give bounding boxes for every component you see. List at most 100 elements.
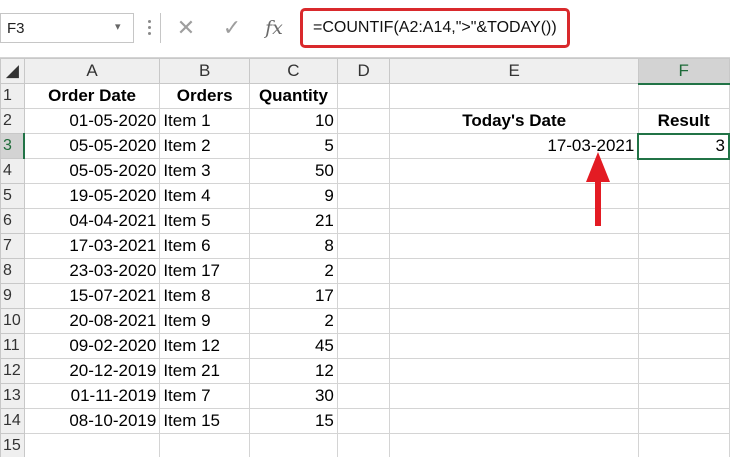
- row-header[interactable]: 8: [0, 258, 25, 284]
- cell[interactable]: [336, 208, 391, 234]
- name-box[interactable]: F3 ▾: [0, 13, 134, 43]
- row-header[interactable]: 2: [0, 108, 25, 134]
- cell[interactable]: [389, 258, 639, 284]
- cell[interactable]: [336, 333, 391, 359]
- cell[interactable]: 19-05-2020: [23, 183, 161, 209]
- cell[interactable]: [336, 258, 391, 284]
- cell[interactable]: [637, 83, 730, 109]
- cell[interactable]: [637, 233, 730, 259]
- cell[interactable]: 20-08-2021: [23, 308, 161, 334]
- column-header-d[interactable]: D: [336, 58, 391, 84]
- cell[interactable]: [336, 283, 391, 309]
- cell[interactable]: [336, 83, 391, 109]
- row-header[interactable]: 6: [0, 208, 25, 234]
- drag-handle-icon[interactable]: [148, 20, 152, 36]
- chevron-down-icon[interactable]: ▾: [115, 20, 121, 33]
- cell[interactable]: [637, 308, 730, 334]
- cell[interactable]: Item 2: [159, 133, 250, 159]
- row-header[interactable]: 14: [0, 408, 25, 434]
- cell[interactable]: Item 5: [159, 208, 250, 234]
- cell[interactable]: [389, 408, 639, 434]
- cell[interactable]: 8: [249, 233, 338, 259]
- cell[interactable]: [389, 383, 639, 409]
- cell[interactable]: Item 4: [159, 183, 250, 209]
- cell[interactable]: [336, 383, 391, 409]
- cell[interactable]: 17: [249, 283, 338, 309]
- cell[interactable]: [637, 283, 730, 309]
- cell[interactable]: [389, 358, 639, 384]
- cell[interactable]: 21: [249, 208, 338, 234]
- cell[interactable]: Item 21: [159, 358, 250, 384]
- row-header[interactable]: 15: [0, 433, 25, 457]
- close-icon[interactable]: ✕: [171, 15, 201, 41]
- cell[interactable]: [389, 308, 639, 334]
- row-header[interactable]: 12: [0, 358, 25, 384]
- cell[interactable]: Orders: [159, 83, 250, 109]
- cell[interactable]: 15-07-2021: [23, 283, 161, 309]
- column-header-e[interactable]: E: [389, 58, 639, 84]
- cell[interactable]: Today's Date: [389, 108, 639, 134]
- row-header[interactable]: 11: [0, 333, 25, 359]
- cell[interactable]: Item 9: [159, 308, 250, 334]
- cell[interactable]: Item 6: [159, 233, 250, 259]
- cell[interactable]: 20-12-2019: [23, 358, 161, 384]
- column-header-b[interactable]: B: [159, 58, 250, 84]
- cell[interactable]: [389, 333, 639, 359]
- cell[interactable]: 01-05-2020: [23, 108, 161, 134]
- cell[interactable]: 05-05-2020: [23, 158, 161, 184]
- cell[interactable]: 30: [249, 383, 338, 409]
- cell[interactable]: [336, 308, 391, 334]
- cell[interactable]: [637, 208, 730, 234]
- cell[interactable]: 9: [249, 183, 338, 209]
- result-cell[interactable]: 3: [637, 132, 730, 160]
- column-header-f[interactable]: F: [637, 58, 730, 85]
- cell[interactable]: [23, 433, 161, 457]
- select-all-corner[interactable]: ◢: [0, 58, 25, 84]
- cell[interactable]: [336, 133, 391, 159]
- fx-icon[interactable]: fx: [259, 15, 289, 41]
- cell[interactable]: 08-10-2019: [23, 408, 161, 434]
- cell[interactable]: [159, 433, 250, 457]
- cell[interactable]: [249, 433, 338, 457]
- cell[interactable]: [336, 408, 391, 434]
- cell[interactable]: [336, 358, 391, 384]
- cell[interactable]: Order Date: [23, 83, 161, 109]
- row-header[interactable]: 3: [0, 133, 26, 159]
- cell[interactable]: Result: [637, 108, 730, 134]
- formula-input[interactable]: =COUNTIF(A2:A14,">"&TODAY()): [300, 8, 570, 48]
- cell[interactable]: [389, 433, 639, 457]
- cell[interactable]: 09-02-2020: [23, 333, 161, 359]
- cell[interactable]: Item 12: [159, 333, 250, 359]
- cell[interactable]: Quantity: [249, 83, 338, 109]
- row-header[interactable]: 13: [0, 383, 25, 409]
- cell[interactable]: 15: [249, 408, 338, 434]
- row-header[interactable]: 4: [0, 158, 25, 184]
- cell[interactable]: [336, 108, 391, 134]
- cell[interactable]: [336, 233, 391, 259]
- row-header[interactable]: 5: [0, 183, 25, 209]
- cell[interactable]: [336, 158, 391, 184]
- check-icon[interactable]: ✓: [217, 15, 247, 41]
- cell[interactable]: Item 8: [159, 283, 250, 309]
- column-header-a[interactable]: A: [23, 58, 161, 84]
- cell[interactable]: [637, 158, 730, 184]
- cell[interactable]: [336, 433, 391, 457]
- cell[interactable]: 10: [249, 108, 338, 134]
- cell[interactable]: [389, 83, 639, 109]
- cell[interactable]: Item 17: [159, 258, 250, 284]
- cell[interactable]: [637, 333, 730, 359]
- cell[interactable]: Item 7: [159, 383, 250, 409]
- cell[interactable]: 2: [249, 308, 338, 334]
- row-header[interactable]: 10: [0, 308, 25, 334]
- cell[interactable]: [637, 183, 730, 209]
- cell[interactable]: [637, 433, 730, 457]
- cell[interactable]: 12: [249, 358, 338, 384]
- column-header-c[interactable]: C: [249, 58, 338, 84]
- cell[interactable]: 01-11-2019: [23, 383, 161, 409]
- cell[interactable]: 2: [249, 258, 338, 284]
- cell[interactable]: [637, 358, 730, 384]
- cell[interactable]: 05-05-2020: [23, 133, 161, 159]
- cell[interactable]: Item 1: [159, 108, 250, 134]
- cell[interactable]: 17-03-2021: [23, 233, 161, 259]
- cell[interactable]: 23-03-2020: [23, 258, 161, 284]
